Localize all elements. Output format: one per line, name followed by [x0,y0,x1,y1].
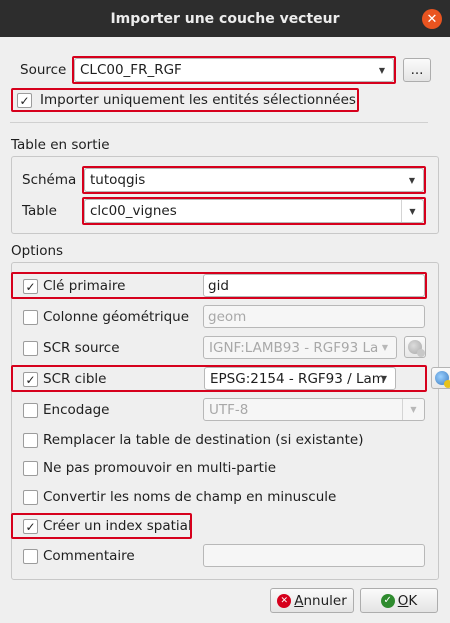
globe-icon [435,371,450,388]
encoding-value: UTF-8 [209,401,249,418]
encoding-label: Encodage [43,402,110,418]
chevron-down-icon: ▼ [401,200,423,222]
encoding-combo[interactable]: UTF-8 ▼ [203,398,425,421]
import-selected-label: Importer uniquement les entités sélectio… [40,92,356,108]
target-crs-label: SCR cible [43,371,107,387]
no-multipart-label: Ne pas promouvoir en multi-partie [43,460,277,476]
source-crs-label: SCR source [43,340,120,356]
chevron-down-icon: ▼ [380,374,388,383]
no-multipart-checkbox[interactable] [23,461,38,476]
ok-mnemonic: O [397,592,409,609]
schema-label: Schéma [22,172,77,188]
geometry-column-checkbox[interactable] [23,310,38,325]
cancel-label-rest: nnuler [303,592,347,609]
schema-combo[interactable]: tutoqgis ▼ [84,168,424,192]
import-selected-checkbox[interactable]: ✓ [17,93,32,108]
schema-value: tutoqgis [90,172,146,188]
check-icon: ✓ [25,279,36,294]
source-value: CLC00_FR_RGF [80,62,182,78]
source-crs-value: IGNF:LAMB93 - RGF93 La [209,339,379,356]
select-crs-button[interactable] [404,336,426,358]
spatial-index-label: Créer un index spatial [43,518,192,534]
cancel-button[interactable]: ✕ Annuler [270,588,354,613]
check-icon: ✓ [25,519,36,534]
lowercase-fields-label: Convertir les noms de champ en minuscule [43,489,337,505]
window-title: Importer une couche vecteur [110,10,340,27]
comment-checkbox[interactable] [23,549,38,564]
source-crs-combo[interactable]: IGNF:LAMB93 - RGF93 La ▼ [203,336,397,359]
geometry-column-value: geom [208,308,247,325]
lowercase-fields-checkbox[interactable] [23,490,38,505]
primary-key-value: gid [208,277,229,294]
output-table-title: Table en sortie [11,137,110,153]
table-combo[interactable]: clc00_vignes ▼ [84,199,424,223]
replace-table-label: Remplacer la table de destination (si ex… [43,432,364,448]
chevron-down-icon: ▼ [408,175,416,185]
source-combo[interactable]: CLC00_FR_RGF ▼ [74,58,394,82]
browse-label: ... [410,62,424,78]
source-label: Source [20,62,67,78]
cancel-icon: ✕ [277,593,292,608]
geometry-column-label: Colonne géométrique [43,309,190,325]
title-bar: Importer une couche vecteur ✕ [0,0,450,37]
encoding-checkbox[interactable] [23,403,38,418]
primary-key-checkbox[interactable]: ✓ [23,279,38,294]
globe-icon [408,340,425,357]
target-crs-combo[interactable]: EPSG:2154 - RGF93 / Lam ▼ [204,367,396,390]
options-title: Options [11,243,64,259]
chevron-down-icon: ▼ [378,65,386,75]
chevron-down-icon: ▼ [402,399,424,420]
ok-icon: ✓ [380,593,395,608]
target-crs-value: EPSG:2154 - RGF93 / Lam [210,370,385,387]
browse-button[interactable]: ... [403,58,431,82]
table-value: clc00_vignes [90,203,177,219]
divider [10,122,428,123]
comment-label: Commentaire [43,548,135,564]
chevron-down-icon: ▼ [381,343,389,352]
cancel-label: Annuler [294,593,347,609]
ok-label-rest: K [408,592,418,609]
check-icon: ✓ [25,372,36,387]
close-icon[interactable]: ✕ [422,9,442,29]
geometry-column-input[interactable]: geom [203,305,425,328]
ok-button[interactable]: ✓ OK [360,588,438,613]
target-crs-checkbox[interactable]: ✓ [23,372,38,387]
select-target-crs-button[interactable] [431,367,450,389]
primary-key-label: Clé primaire [43,278,126,294]
primary-key-input[interactable]: gid [203,274,425,297]
ok-label: OK [398,593,418,609]
table-label: Table [22,203,57,219]
spatial-index-checkbox[interactable]: ✓ [23,519,38,534]
check-icon: ✓ [19,93,30,108]
replace-table-checkbox[interactable] [23,433,38,448]
source-crs-checkbox[interactable] [23,341,38,356]
comment-input[interactable] [203,544,425,567]
